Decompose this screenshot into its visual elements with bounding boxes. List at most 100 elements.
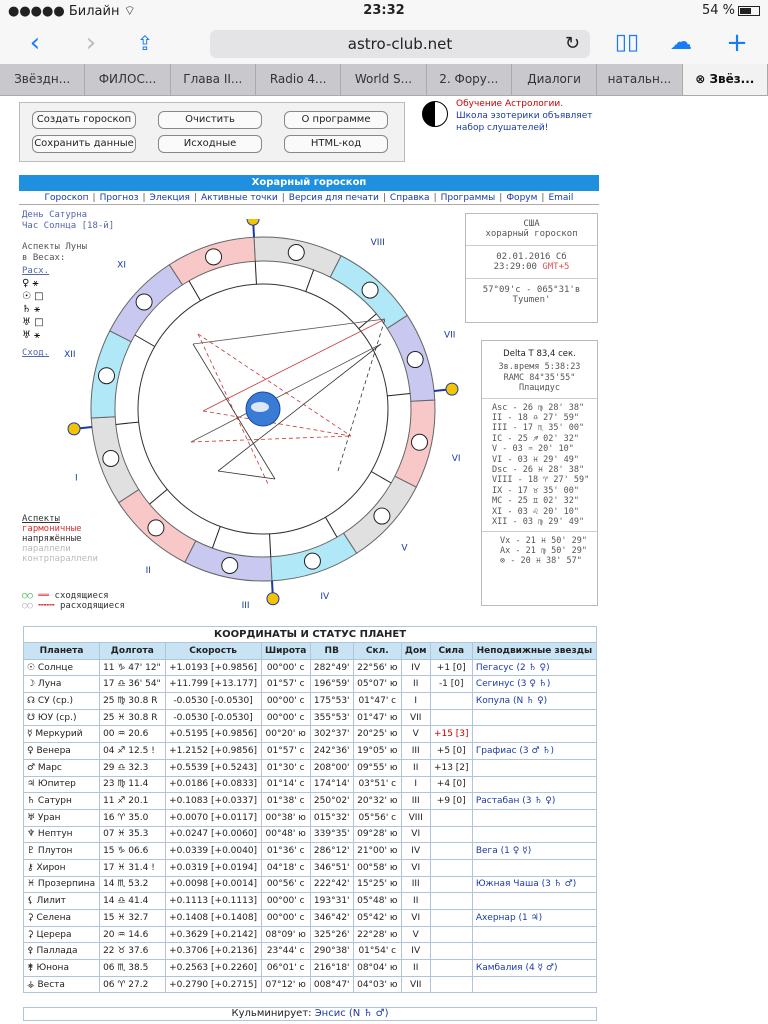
sign-glyph xyxy=(97,367,115,385)
horary-menu-item[interactable]: Версия для печати xyxy=(289,193,379,203)
table-cell: 22°56' ю xyxy=(352,658,402,677)
sign-glyph xyxy=(221,557,239,575)
tab[interactable]: Диалоги xyxy=(512,64,598,95)
horary-menu-item[interactable]: Программы xyxy=(441,193,496,203)
table-cell[interactable]: Ахернар (1 ♃) xyxy=(471,909,598,927)
table-cell[interactable]: Графиас (3 ♂ ♄) xyxy=(471,742,598,760)
table-cell[interactable]: Копула (N ♄ ♀) xyxy=(471,692,598,710)
table-cell[interactable]: Камбалия (4 ☿ ♂) xyxy=(471,959,598,977)
table-cell xyxy=(471,775,598,794)
table-cell: III xyxy=(400,792,431,810)
tab[interactable]: Radio 4... xyxy=(256,64,342,95)
table-cell: 216°18' xyxy=(309,959,354,977)
axis-marker xyxy=(445,382,459,396)
horary-menu-item[interactable]: Email xyxy=(548,193,573,203)
horary-menu-item[interactable]: Активные точки xyxy=(201,193,278,203)
table-cell: IV xyxy=(400,658,431,677)
battery-label: 54 % xyxy=(702,3,760,18)
table-row: ⚴ Паллада 22 ♉ 37.6 +0.3706 [+0.2136] 23°44… xyxy=(22,942,598,961)
clear-button[interactable]: Очистить xyxy=(158,111,262,129)
clock: 23:32 xyxy=(363,3,405,18)
table-cell: II xyxy=(400,758,431,777)
create-horoscope-button[interactable]: Создать гороскоп xyxy=(32,111,136,129)
house-cusp: II - 18 ♎ 27' 59" xyxy=(492,413,579,424)
culminating-star-link[interactable]: Энсис (N ♄ ♂) xyxy=(315,1008,389,1019)
table-cell: 05°42' ю xyxy=(352,909,402,927)
source-button[interactable]: Исходные xyxy=(158,135,262,153)
table-cell: ♂ Марс xyxy=(22,758,101,777)
table-cell: 07°12' ю xyxy=(260,975,311,994)
horary-menu-item[interactable]: Гороскоп xyxy=(45,193,89,203)
table-cell: 00°38' ю xyxy=(260,808,311,827)
table-cell: +0.2563 [+0.2260] xyxy=(164,959,262,977)
vertex-list: Vx - 21 ♓ 50' 29" Ax - 21 ♍ 50' 29" ⊗ - … xyxy=(482,530,597,567)
cloud-tabs-icon[interactable]: ☁ xyxy=(666,28,696,58)
tab[interactable]: 2. Фору... xyxy=(427,64,512,95)
house-cusp: VI - 03 ♓ 29' 49" xyxy=(492,454,579,465)
table-row: ♄ Сатурн 11 ♐ 20.1 +0.1083 [+0.0337] 01°38'… xyxy=(22,792,598,810)
horary-menu-item[interactable]: Элекция xyxy=(150,193,190,203)
save-data-button[interactable]: Сохранить данные xyxy=(32,135,136,153)
house-cusps-box: Delta T 83,4 сек. Зв.время 5:38:23 RAMC … xyxy=(481,340,598,606)
conv-div-legend: ○○ ══ сходящиеся ○○ ╍╍╍ расходящиеся xyxy=(22,591,125,611)
table-cell[interactable]: Пегасус (2 ♄ ♀) xyxy=(471,658,598,677)
table-cell: ♅ Уран xyxy=(22,808,101,827)
table-cell: 00°00' с xyxy=(260,658,311,677)
table-cell: 15 ♓ 32.7 xyxy=(99,909,166,927)
html-code-button[interactable]: HTML-код xyxy=(284,135,388,153)
table-cell: VIII xyxy=(400,808,431,827)
house-cusp: VIII - 18 ♈ 27' 59" xyxy=(492,475,590,486)
table-cell: +15 [3] xyxy=(429,725,473,744)
table-cell: +0.0247 [+0.0060] xyxy=(164,825,262,844)
table-cell: ⚷ Хирон xyxy=(22,858,101,877)
table-cell: 04°03' ю xyxy=(352,975,402,994)
table-cell: 015°32' xyxy=(309,808,354,827)
table-cell: 282°49' xyxy=(309,658,354,677)
table-cell xyxy=(471,925,598,944)
table-cell[interactable]: Вега (1 ♀ ☿) xyxy=(471,842,598,860)
axis-marker xyxy=(266,592,280,606)
table-cell xyxy=(429,692,473,710)
tab[interactable]: Глава II... xyxy=(171,64,256,95)
menu-separator: | xyxy=(433,193,437,203)
bookmarks-icon[interactable]: ▯▯ xyxy=(612,28,642,58)
table-cell: 17 ♓ 31.4 ! xyxy=(99,858,166,877)
table-cell: 19°05' ю xyxy=(352,742,402,760)
table-cell: 06 ♈ 27.2 xyxy=(99,975,166,994)
table-cell: ☽ Луна xyxy=(22,675,101,694)
table-cell: 286°12' xyxy=(309,842,354,860)
promo-link[interactable]: Обучение Астрологии. Школа эзотерики объ… xyxy=(456,98,593,134)
table-cell: 07 ♓ 35.3 xyxy=(99,825,166,844)
address-bar[interactable]: astro-club.net ↻ xyxy=(210,30,590,58)
about-button[interactable]: О программе xyxy=(284,111,388,129)
table-row: ☽ Луна 17 ♎ 36' 54" +11.799 [+13.177] 01°57… xyxy=(22,675,598,694)
forward-icon[interactable]: › xyxy=(76,28,106,58)
horary-menu-item[interactable]: Форум xyxy=(506,193,537,203)
table-cell[interactable]: Южная Чаша (3 ♄ ♂) xyxy=(471,875,598,894)
table-cell: +0.1083 [+0.0337] xyxy=(164,792,262,810)
back-icon[interactable]: ‹ xyxy=(20,28,50,58)
table-cell: ⚳ Селена xyxy=(22,909,101,927)
horary-menu-item[interactable]: Справка xyxy=(390,193,430,203)
tab[interactable]: Звёздн... xyxy=(0,64,86,95)
close-tab-icon[interactable]: ⊗ xyxy=(695,72,709,86)
tab[interactable]: World S... xyxy=(341,64,427,95)
tab-active[interactable]: ⊗ Звёз... xyxy=(682,64,768,95)
horary-menu-item[interactable]: Прогноз xyxy=(100,193,139,203)
tab[interactable]: натальн... xyxy=(597,64,683,95)
share-icon[interactable]: ⇪ xyxy=(130,28,160,58)
table-cell: 00°00' с xyxy=(260,708,311,727)
table-cell[interactable]: Сегинус (3 ♀ ♄) xyxy=(471,675,598,694)
reload-icon[interactable]: ↻ xyxy=(565,30,580,58)
table-cell: ⚳ Церера xyxy=(22,925,101,944)
table-cell: 20°25' ю xyxy=(352,725,402,744)
table-title: КООРДИНАТЫ И СТАТУС ПЛАНЕТ xyxy=(23,626,597,642)
tab[interactable]: ФИЛОС... xyxy=(85,64,171,95)
table-cell[interactable]: Растабан (3 ♄ ♀) xyxy=(471,792,598,810)
table-cell: VI xyxy=(400,858,431,877)
new-tab-icon[interactable]: + xyxy=(722,28,752,58)
table-cell: 242°36' xyxy=(309,742,354,760)
yin-yang-icon xyxy=(422,101,448,127)
table-header-cell: Сила xyxy=(429,642,473,660)
table-cell: -1 [0] xyxy=(429,675,473,694)
